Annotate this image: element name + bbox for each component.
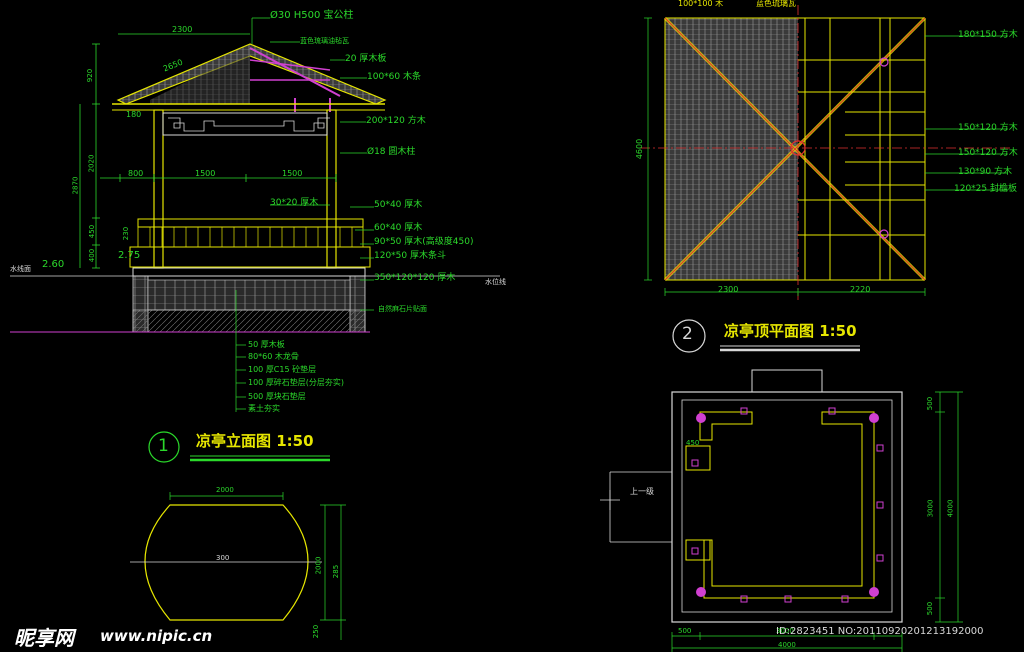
- roof-title: 凉亭顶平面图 1:50: [724, 322, 857, 340]
- callout-concrete: 100 厚C15 砼垫层: [248, 365, 317, 374]
- roof-top-left-text: 100*100 木: [678, 0, 724, 8]
- roof-callout-180x150: 180*150 方木: [958, 30, 1018, 40]
- roof-plan-drawing: [640, 5, 1010, 353]
- floor-bottom-dim-4000: 4000: [778, 641, 796, 649]
- floor-dim-450: 450: [686, 439, 700, 447]
- callout-120x50: 120*50 厚木条斗: [374, 251, 446, 261]
- callout-soil: 素土夯实: [248, 404, 280, 413]
- pool-dim-285: 285: [332, 564, 341, 579]
- elevation-level-260: 2.60: [42, 259, 65, 270]
- callout-90x50: 90*50 厚木(高级度450): [374, 237, 474, 247]
- elevation-level-275: 2.75: [118, 250, 141, 261]
- callout-gravel: 100 厚碎石垫层(分层夯实): [248, 378, 345, 387]
- elevation-dim-2300: 2300: [172, 25, 193, 34]
- floor-dim-4000: 4000: [946, 499, 955, 518]
- pool-dim-2000-top: 2000: [216, 486, 234, 494]
- callout-rubble: 500 厚块石垫层: [248, 392, 306, 401]
- callout-post: Ø30 H500 宝公柱: [270, 10, 354, 21]
- elevation-dim-180: 180: [126, 110, 142, 119]
- callout-60x40: 60*40 厚木: [374, 223, 423, 233]
- callout-beam: 200*120 方木: [366, 116, 426, 126]
- floor-dim-3000: 3000: [926, 499, 935, 518]
- water-label-right: 水位线: [485, 278, 506, 286]
- pool-dim-300: 300: [216, 554, 230, 562]
- callout-deck-board: 50 厚木板: [248, 340, 285, 349]
- floor-dim-500-bottom: 500: [926, 601, 935, 616]
- pool-dim-250: 250: [312, 624, 321, 639]
- elevation-title-number: 1: [158, 436, 169, 456]
- elevation-dim-400: 400: [88, 248, 97, 263]
- roof-dim-2220: 2220: [850, 285, 871, 294]
- elevation-dim-2020: 2020: [87, 154, 96, 173]
- floor-step-label: 上一级: [630, 487, 654, 496]
- water-label-left: 水线面: [10, 265, 31, 273]
- elevation-dim-230: 230: [122, 226, 131, 241]
- cad-drawing-canvas: 2300 2650 920 2020 2870 450 400 180 230 …: [0, 0, 1024, 652]
- callout-strip: 100*60 木条: [367, 72, 421, 82]
- elevation-title: 凉亭立面图 1:50: [196, 432, 314, 450]
- callout-roof-tile: 蓝色琉璃油毡瓦: [300, 37, 349, 45]
- callout-board: 20 厚木板: [345, 54, 387, 64]
- callout-50x40: 50*40 厚木: [374, 200, 423, 210]
- elevation-dim-920: 920: [86, 68, 95, 83]
- roof-callout-120x25: 120*25 封檐板: [954, 184, 1017, 194]
- roof-callout-150x120b: 150*120 方木: [958, 148, 1018, 158]
- elevation-dim-800: 800: [128, 169, 144, 178]
- callout-column: Ø18 圆木柱: [367, 147, 416, 157]
- pool-dim-2000: 2000: [314, 556, 323, 575]
- roof-callout-150x120a: 150*120 方木: [958, 123, 1018, 133]
- watermark-id: ID:2823451 NO:20110920201213192000: [776, 626, 984, 637]
- cad-linework: [10, 5, 1010, 652]
- elevation-dim-2870: 2870: [71, 176, 80, 195]
- watermark-logo: 昵享网: [14, 626, 74, 650]
- roof-callout-130x90: 130*90 方木: [958, 167, 1012, 177]
- callout-stone-facing: 自然麻石片贴面: [378, 305, 427, 313]
- floor-dim-500-top: 500: [926, 396, 935, 411]
- watermark-url: www.nipic.cn: [100, 627, 213, 645]
- roof-title-number: 2: [682, 324, 693, 344]
- callout-rail-top: 30*20 厚木: [270, 198, 319, 208]
- elevation-dim-1500b: 1500: [282, 169, 303, 178]
- roof-top-text: 蓝色琉璃瓦: [756, 0, 796, 8]
- floor-plan-drawing: [600, 369, 963, 652]
- floor-bottom-dim-500: 500: [678, 627, 692, 635]
- roof-dim-2300: 2300: [718, 285, 739, 294]
- callout-joist: 80*60 木龙骨: [248, 352, 299, 361]
- elevation-dim-1500a: 1500: [195, 169, 216, 178]
- roof-dim-4600: 4600: [635, 138, 645, 160]
- elevation-dim-450: 450: [88, 224, 97, 239]
- callout-350x120: 350*120*120 厚木: [374, 273, 456, 283]
